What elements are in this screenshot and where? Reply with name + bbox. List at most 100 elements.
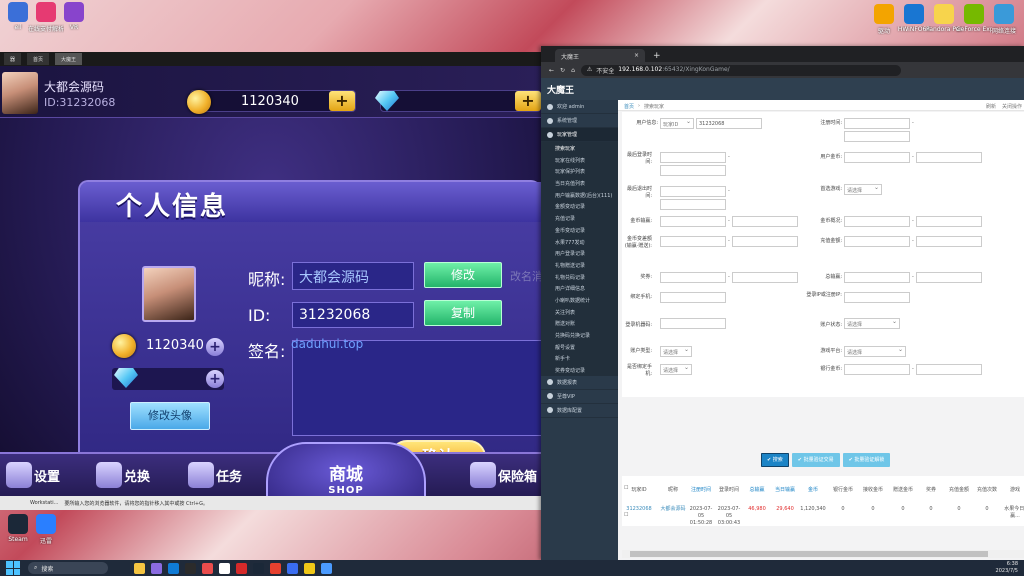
column-header[interactable]: 金币 [800,486,826,493]
desktop-icon[interactable]: VR [56,2,92,31]
sidebar-subitem[interactable]: 兑换码兑换记录 [541,329,618,341]
batch-verify-button[interactable]: ✔ 批量验证交易 [791,453,840,467]
new-tab-button[interactable]: + [653,50,661,62]
game-platform-select[interactable]: 请选择 [844,346,906,357]
column-header[interactable]: 奖券 [918,486,944,493]
start-button[interactable] [6,561,20,575]
last-logout-end[interactable] [660,199,726,210]
coin-over-min[interactable] [844,216,910,227]
sidebar-subitem[interactable]: 玩家保护列表 [541,165,618,178]
taskbar-search[interactable]: ⌕ 搜索 [28,562,108,574]
sidebar-subitem[interactable]: 礼物赠送记录 [541,258,618,271]
sidebar-subitem[interactable]: 充值记录 [541,212,618,224]
column-header[interactable]: 注册时间 [688,486,714,493]
column-header[interactable]: 赠送金币 [890,486,916,493]
sidebar-subitem[interactable]: 用户登录记录 [541,247,618,259]
app-icon[interactable] [219,562,230,574]
refresh-icon[interactable]: ↻ [560,67,565,74]
add-gem-button[interactable]: + [515,91,541,111]
total-win-max[interactable] [916,272,982,283]
app-icon[interactable] [321,562,332,574]
app-icon[interactable] [287,562,298,574]
login-ip-input[interactable] [844,292,910,303]
window-tab[interactable]: 首页 [27,53,50,65]
coin-win-min[interactable] [660,216,726,227]
sidebar-item-vip[interactable]: 至尊VIP [541,390,618,404]
scrollbar-thumb[interactable] [630,551,988,557]
vm-tab[interactable]: Workstati... [30,500,58,506]
app-icon[interactable] [185,562,196,574]
horizontal-scrollbar[interactable] [622,550,1024,558]
signature-input[interactable]: daduhui.top [291,337,541,436]
table-cell[interactable]: 31232068 [626,506,652,513]
column-header[interactable]: 玩家ID [626,486,652,493]
column-header[interactable]: 充值金额 [946,486,972,493]
desktop-icon-xunlei[interactable]: 迅雷 [28,514,64,545]
sidebar-subitem[interactable]: 用户详细信息 [541,282,618,294]
window-tab[interactable]: 大魔王 [55,53,83,65]
column-header[interactable]: 当日输赢 [772,486,798,493]
column-header[interactable]: 接收金币 [860,486,886,493]
last-login-end[interactable] [660,165,726,176]
recharge-min[interactable] [844,236,910,247]
sidebar-subitem[interactable]: 赠送对账 [541,317,618,329]
column-header[interactable]: 充值次数 [974,486,1000,493]
ticket-max[interactable] [732,272,798,283]
sidebar-subitem[interactable]: 奖券变动记录 [541,364,618,376]
search-button[interactable]: ✔ 搜索 [761,453,789,467]
column-header[interactable]: 银行金币 [830,486,856,493]
coin-change-min[interactable] [660,236,726,247]
app-icon[interactable] [236,562,247,574]
close-ops-button[interactable]: 关闭操作 [1002,103,1022,110]
sidebar-item-db-config[interactable]: 数据库配置 [541,404,618,418]
avatar[interactable] [2,72,38,114]
close-icon[interactable]: × [634,52,639,59]
table-cell[interactable]: 大都会源码 [660,506,686,513]
user-coin-max[interactable] [916,152,982,163]
coin-over-max[interactable] [916,216,982,227]
login-machine-input[interactable] [660,318,726,329]
app-icon[interactable] [304,562,315,574]
home-icon[interactable]: ⌂ [571,67,575,74]
batch-unlock-button[interactable]: ✔ 批量验证解锁 [842,453,891,467]
coin-win-max[interactable] [732,216,798,227]
breadcrumb-home[interactable]: 首页 [624,103,634,110]
refresh-tab-button[interactable]: 刷新 [986,103,996,110]
copy-button[interactable]: 复制 [424,300,502,326]
bind-phone-input[interactable] [660,292,726,303]
add-coin-button[interactable]: + [329,91,355,111]
back-icon[interactable]: ← [549,67,554,74]
first-game-select[interactable]: 请选择 [844,184,882,195]
is-bind-select[interactable]: 请选择 [660,364,692,375]
column-header[interactable]: 游戏 [1002,486,1024,493]
profile-avatar[interactable] [142,266,196,322]
sidebar-subitem[interactable]: 新手卡 [541,352,618,365]
sidebar-subitem[interactable]: 小喇叭数据统计 [541,293,618,306]
bank-coin-max[interactable] [916,364,982,375]
sidebar-subitem[interactable]: 金币变动记录 [541,223,618,236]
column-header[interactable]: 登录时间 [716,486,742,493]
add-gem-button[interactable]: + [206,370,224,388]
column-header[interactable]: 总输赢 [744,486,770,493]
steam-icon[interactable] [253,562,264,574]
total-win-min[interactable] [844,272,910,283]
user-info-input[interactable]: 31232068 [696,118,762,129]
sidebar-item-player-mgmt[interactable]: 玩家管理 [541,128,618,142]
system-clock[interactable]: 6:38 2023/7/5 [996,561,1018,575]
user-info-select[interactable]: 玩家ID [660,118,694,129]
sidebar-item-data-stats[interactable]: 数据报表 [541,376,618,390]
sidebar-subitem[interactable]: 当日充值列表 [541,177,618,189]
app-icon[interactable] [202,562,213,574]
change-avatar-button[interactable]: 修改头像 [130,402,210,430]
last-logout-start[interactable] [660,186,726,197]
sidebar-item-system[interactable]: 系统管理 [541,114,618,128]
last-login-start[interactable] [660,152,726,163]
app-icon[interactable] [151,562,162,574]
sidebar-subitem[interactable]: 关注列表 [541,305,618,318]
nickname-field[interactable]: 大都会源码 [292,262,414,290]
sidebar-subitem[interactable]: 礼物兑码记录 [541,270,618,283]
sidebar-item-search-player[interactable]: 搜索玩家 [541,142,618,154]
sidebar-subitem[interactable]: 靓号设置 [541,340,618,353]
browser-tab[interactable]: 大魔王 × [555,49,645,62]
ticket-min[interactable] [660,272,726,283]
